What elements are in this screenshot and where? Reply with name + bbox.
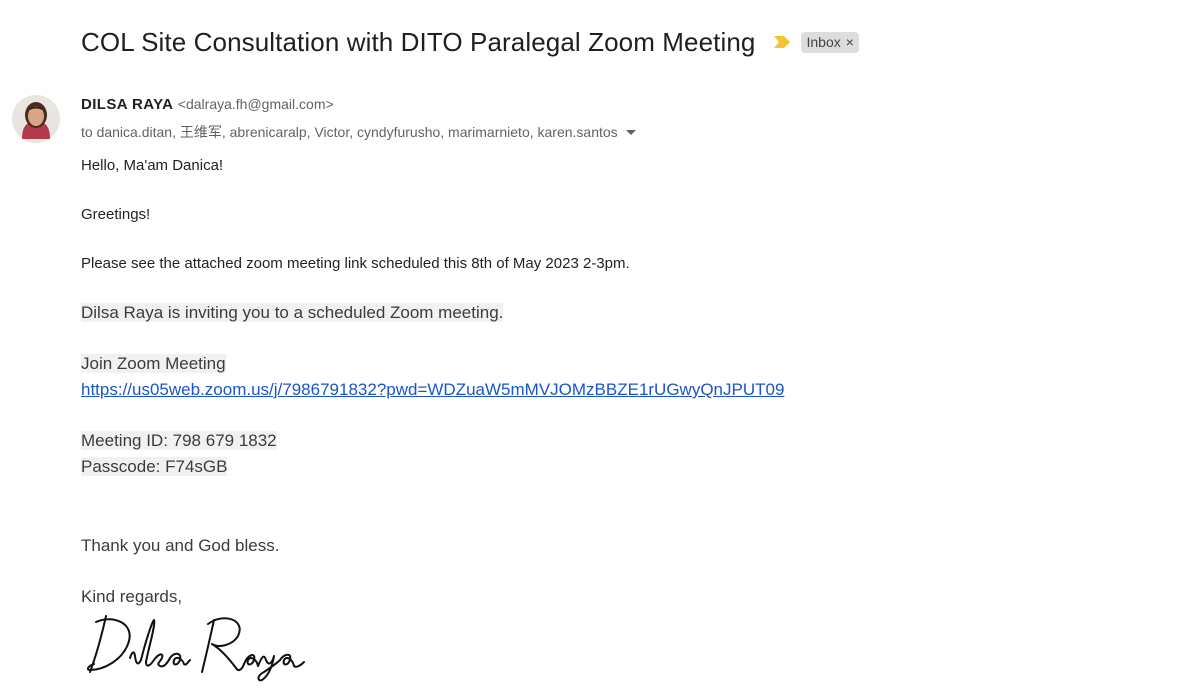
regards-line: Kind regards, [81,587,183,606]
sender-email: <dalraya.fh@gmail.com> [177,96,334,112]
subject-row: COL Site Consultation with DITO Paralega… [81,24,859,60]
meeting-id: Meeting ID: 798 679 1832 [81,431,277,450]
greetings-line: Greetings! [81,206,151,223]
recipients-list: to danica.ditan, 王维军, abrenicaralp, Vict… [81,124,618,140]
label-text: Inbox [806,33,841,50]
chevron-down-icon[interactable] [625,129,636,135]
invite-line: Dilsa Raya is inviting you to a schedule… [81,303,504,323]
passcode-line: Passcode: F74sGB [81,457,228,477]
invite-text: Dilsa Raya is inviting you to a schedule… [81,303,504,322]
email-subject: COL Site Consultation with DITO Paralega… [81,26,756,57]
importance-marker-icon[interactable] [773,35,791,49]
join-link-line: https://us05web.zoom.us/j/7986791832?pwd… [81,380,784,400]
zoom-meeting-link[interactable]: https://us05web.zoom.us/j/7986791832?pwd… [81,380,784,399]
remove-label-icon[interactable]: × [846,34,854,50]
thanks-line: Thank you and God bless. [81,536,280,555]
recipients-line: to danica.ditan, 王维军, abrenicaralp, Vict… [81,122,636,142]
passcode: Passcode: F74sGB [81,457,228,476]
sender-line: DILSA RAYA <dalraya.fh@gmail.com> [81,96,334,114]
handwritten-signature [86,615,305,682]
inbox-label-chip: Inbox × [801,31,859,53]
meeting-id-line: Meeting ID: 798 679 1832 [81,431,277,451]
greeting-line: Hello, Ma'am Danica! [81,157,224,174]
avatar-photo [12,95,60,143]
avatar[interactable] [12,95,60,143]
join-label: Join Zoom Meeting [81,354,226,373]
join-label-line: Join Zoom Meeting [81,354,226,374]
intro-line: Please see the attached zoom meeting lin… [81,255,630,272]
sender-name[interactable]: DILSA RAYA [81,96,173,113]
